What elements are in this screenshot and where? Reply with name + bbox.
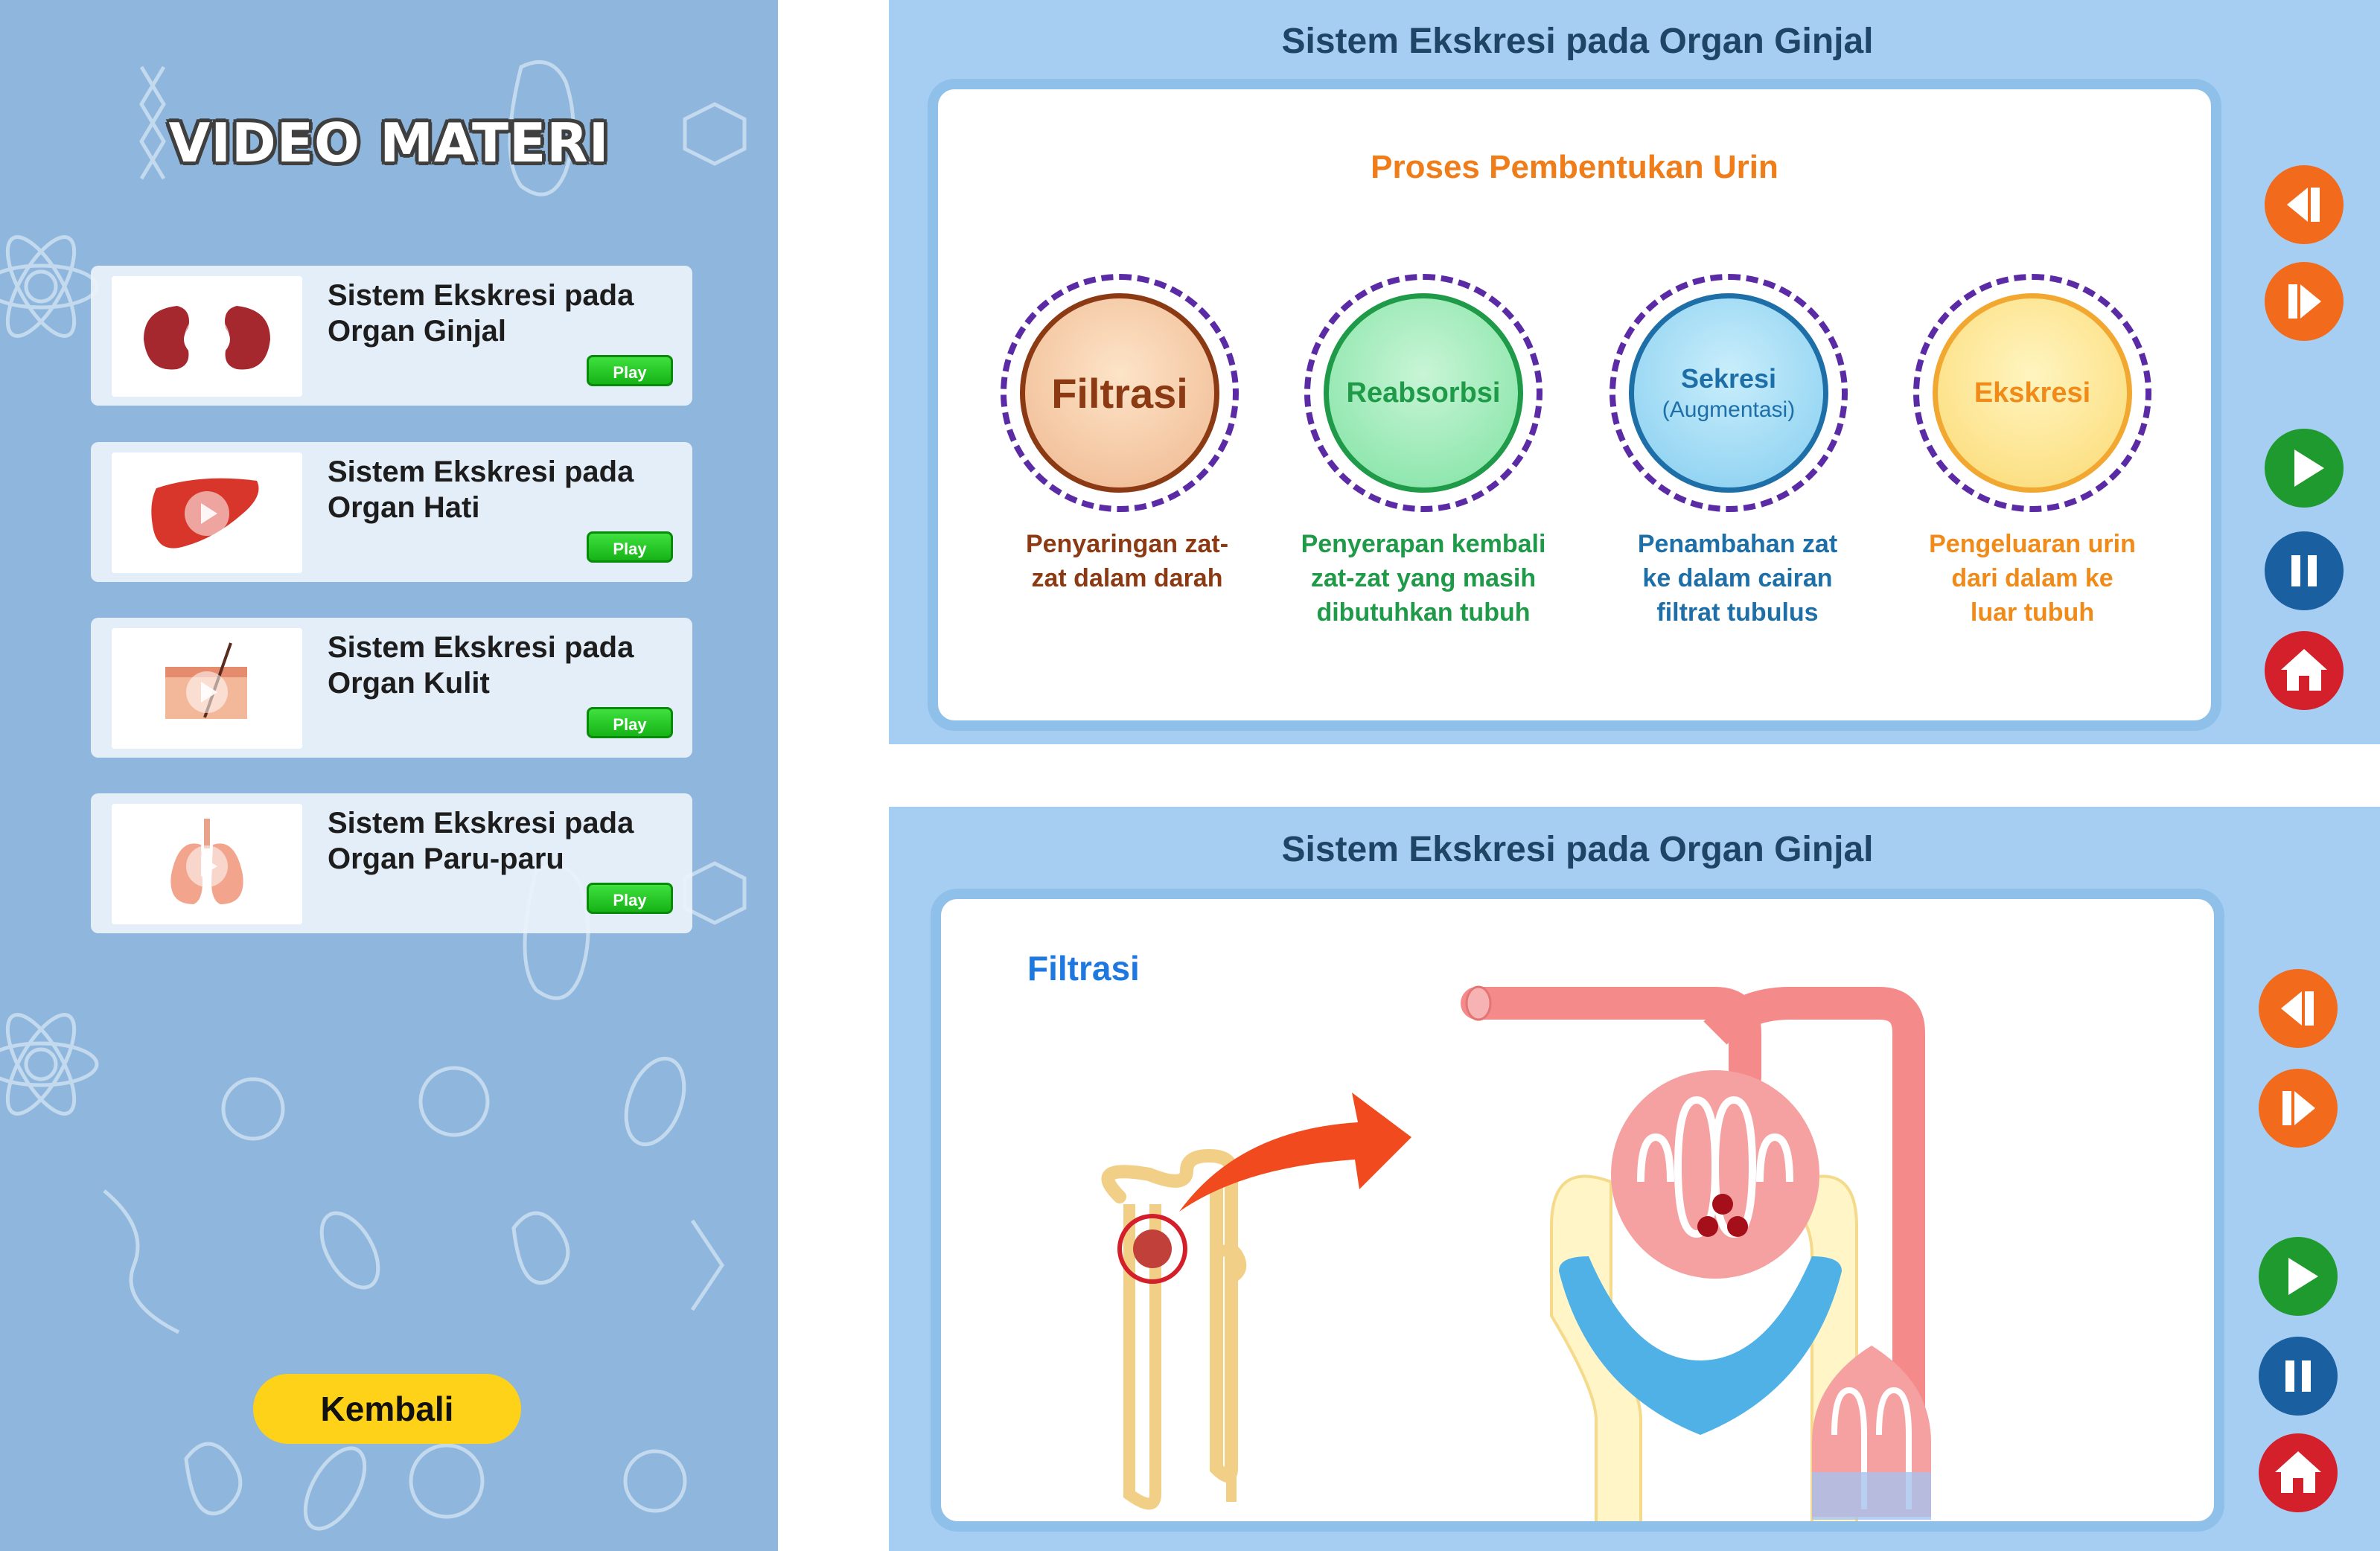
reabsorbsi-label: Reabsorbsi xyxy=(1324,293,1523,493)
previous-slide-button[interactable] xyxy=(2259,969,2338,1048)
video-card-title: Sistem Ekskresi pada Organ Kulit xyxy=(328,631,634,700)
video-card-kulit[interactable]: Sistem Ekskresi pada Organ Kulit Play xyxy=(91,618,692,758)
play-button[interactable] xyxy=(2259,1237,2338,1316)
play-button[interactable] xyxy=(2265,429,2344,508)
home-button[interactable] xyxy=(2265,631,2344,710)
video-card-title: Sistem Ekskresi pada Organ Ginjal xyxy=(328,279,634,348)
ekskresi-description: Pengeluaran urin dari dalam ke luar tubu… xyxy=(1929,530,2136,627)
next-slide-button[interactable] xyxy=(2259,1069,2338,1148)
slide-content: Filtrasi xyxy=(941,899,2214,1521)
video-materi-title: VIDEO MATERI xyxy=(168,112,610,174)
forward-icon xyxy=(2282,1091,2315,1125)
pause-button[interactable] xyxy=(2265,531,2344,610)
forward-icon xyxy=(2288,284,2321,319)
ekskresi-stage[interactable]: Ekskresi xyxy=(1913,274,2151,512)
reabsorbsi-description: Penyerapan kembali zat-zat yang masih di… xyxy=(1301,530,1546,627)
home-icon xyxy=(2281,649,2327,691)
kidney-thumbnail[interactable] xyxy=(112,276,302,397)
home-button[interactable] xyxy=(2259,1433,2338,1512)
ekskresi-label: Ekskresi xyxy=(1933,293,2132,493)
previous-slide-button[interactable] xyxy=(2265,165,2344,244)
liver-thumbnail[interactable] xyxy=(112,452,302,573)
next-slide-button[interactable] xyxy=(2265,262,2344,341)
skin-thumbnail[interactable] xyxy=(112,628,302,749)
play-button[interactable]: Play xyxy=(587,355,673,386)
filtrasi-stage[interactable]: Filtrasi xyxy=(1001,274,1239,512)
pause-icon xyxy=(2285,1360,2311,1392)
play-icon xyxy=(2294,450,2324,487)
liver-image xyxy=(151,478,259,549)
lungs-thumbnail[interactable] xyxy=(112,804,302,924)
section-heading: Proses Pembentukan Urin xyxy=(1371,149,1778,185)
science-doodle-background xyxy=(0,60,747,1531)
play-button[interactable]: Play xyxy=(587,707,673,738)
play-button[interactable]: Play xyxy=(587,531,673,563)
kidney-image xyxy=(144,306,270,370)
sekresi-stage[interactable]: Sekresi (Augmentasi) xyxy=(1609,274,1848,512)
filtrasi-description: Penyaringan zat- zat dalam darah xyxy=(1025,530,1229,592)
video-card-hati[interactable]: Sistem Ekskresi pada Organ Hati Play xyxy=(91,442,692,582)
skin-image xyxy=(165,642,247,719)
sekresi-description: Penambahan zat ke dalam cairan filtrat t… xyxy=(1637,530,1838,627)
video-card-ginjal[interactable]: Sistem Ekskresi pada Organ Ginjal Play xyxy=(91,266,692,406)
reabsorbsi-stage[interactable]: Reabsorbsi xyxy=(1304,274,1542,512)
glomerulus-image xyxy=(1461,985,1931,1521)
lungs-image xyxy=(170,819,243,904)
slide-title: Sistem Ekskresi pada Organ Ginjal xyxy=(1281,22,1874,61)
rewind-icon xyxy=(2287,188,2320,222)
filtrasi-slide: Sistem Ekskresi pada Organ Ginjal Filtra… xyxy=(889,807,2380,1551)
kembali-button[interactable]: Kembali xyxy=(253,1374,521,1444)
video-card-title: Sistem Ekskresi pada Organ Paru-paru xyxy=(328,807,634,875)
slide-title: Sistem Ekskresi pada Organ Ginjal xyxy=(1281,830,1874,869)
sekresi-label: Sekresi (Augmentasi) xyxy=(1629,293,1828,493)
play-icon xyxy=(2288,1258,2318,1295)
slide-content: Proses Pembentukan Urin Filtrasi Penyari… xyxy=(938,89,2211,720)
filtrasi-label: Filtrasi xyxy=(1020,293,1219,493)
nephron-image xyxy=(1101,1148,1247,1510)
home-icon xyxy=(2275,1451,2321,1493)
nephron-filtration-diagram xyxy=(1101,985,1931,1521)
video-card-title: Sistem Ekskresi pada Organ Hati xyxy=(328,455,634,524)
pause-icon xyxy=(2291,555,2317,586)
play-button[interactable]: Play xyxy=(587,883,673,914)
pause-button[interactable] xyxy=(2259,1337,2338,1416)
video-card-paru-paru[interactable]: Sistem Ekskresi pada Organ Paru-paru Pla… xyxy=(91,793,692,933)
rewind-icon xyxy=(2281,991,2314,1026)
video-materi-panel: VIDEO MATERI Sistem Ekskresi pada Organ … xyxy=(0,0,778,1551)
proses-pembentukan-urin-slide: Sistem Ekskresi pada Organ Ginjal Proses… xyxy=(889,0,2380,744)
